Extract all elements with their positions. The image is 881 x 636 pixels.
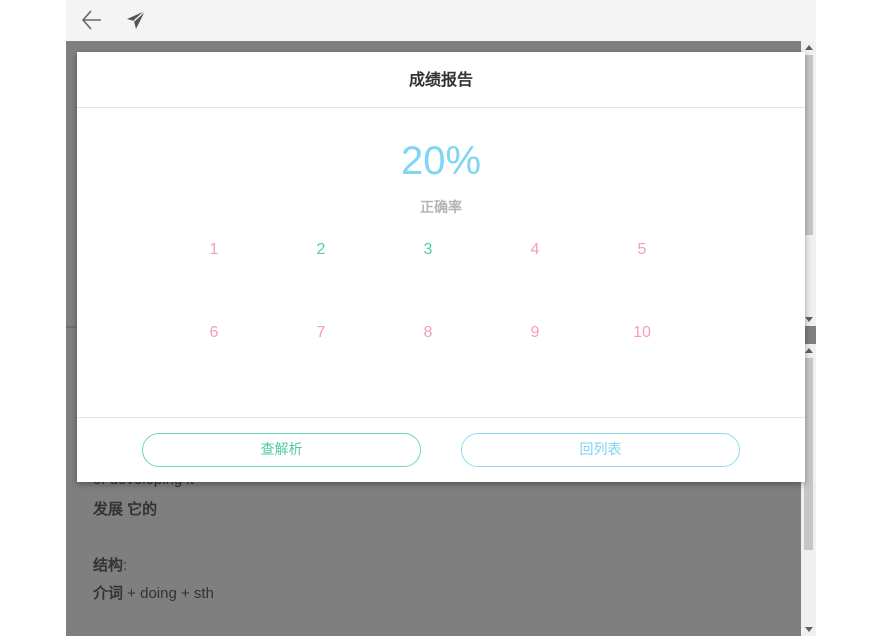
view-analysis-button[interactable]: 查解析: [142, 433, 421, 467]
translation-text: 发展 它的: [93, 501, 158, 518]
arrow-left-icon: [81, 10, 101, 30]
formula-rest: + doing + sth: [123, 585, 214, 602]
send-button[interactable]: [121, 5, 151, 35]
question-item[interactable]: 10: [622, 324, 662, 342]
back-to-list-button[interactable]: 回列表: [461, 433, 740, 467]
accuracy-label: 正确率: [420, 200, 462, 216]
structure-formula: 介词 + doing + sth: [93, 582, 214, 603]
scroll-down-arrow-icon[interactable]: [805, 627, 813, 632]
scroll-up-arrow-icon[interactable]: [805, 45, 813, 50]
question-item[interactable]: 4: [515, 241, 555, 259]
question-item[interactable]: 2: [301, 241, 341, 259]
scroll-up-arrow-icon[interactable]: [805, 348, 813, 353]
accuracy-score: 20%: [400, 139, 482, 183]
structure-label: 结构: [93, 557, 124, 574]
scroll-down-arrow-icon[interactable]: [805, 317, 813, 322]
scrollbar-thumb[interactable]: [804, 55, 813, 235]
back-button[interactable]: [77, 5, 107, 35]
structure-heading: 结构:: [93, 554, 127, 575]
paper-plane-icon: [127, 10, 146, 29]
question-item[interactable]: 9: [515, 324, 555, 342]
formula-prefix: 介词: [93, 585, 124, 602]
modal-footer: 查解析 回列表: [77, 417, 805, 483]
question-item[interactable]: 1: [194, 241, 234, 259]
modal-title: 成绩报告: [77, 52, 805, 108]
question-item[interactable]: 7: [301, 324, 341, 342]
question-item[interactable]: 5: [622, 241, 662, 259]
translation-line: 发展 它的: [93, 498, 157, 519]
toolbar: [66, 0, 816, 41]
question-item[interactable]: 3: [408, 241, 448, 259]
score-report-modal: 成绩报告 20% 正确率 1 2 3 4 5 6 7 8 9 10 查解析 回列…: [77, 52, 805, 482]
question-item[interactable]: 6: [194, 324, 234, 342]
question-item[interactable]: 8: [408, 324, 448, 342]
structure-colon: :: [123, 557, 128, 574]
scrollbar-thumb[interactable]: [804, 358, 813, 550]
